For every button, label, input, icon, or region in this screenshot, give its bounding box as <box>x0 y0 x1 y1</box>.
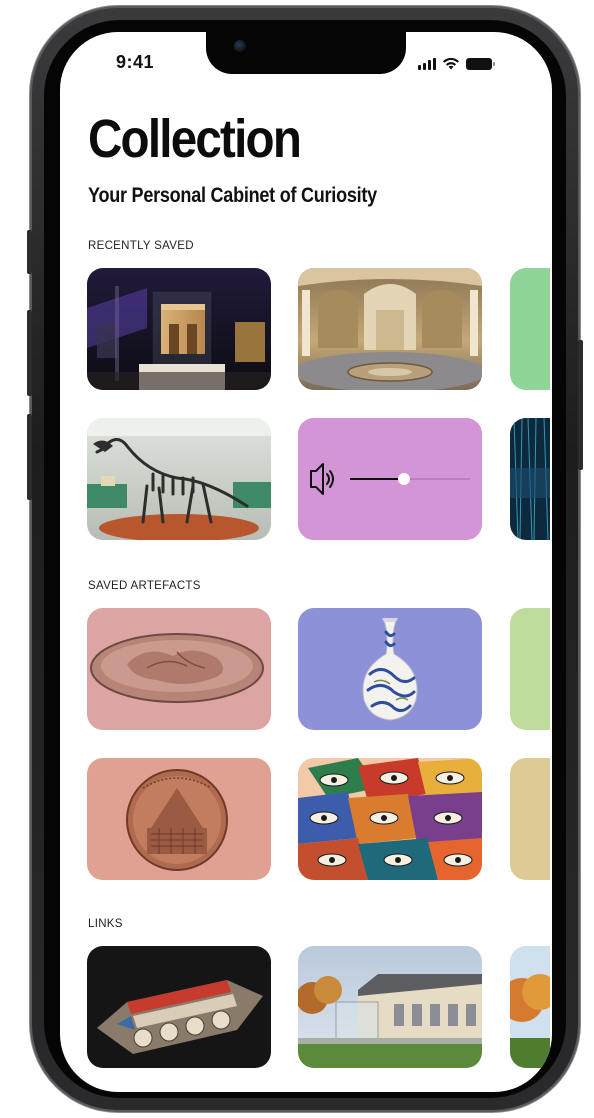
artefact-card-bronze-plaque[interactable] <box>87 608 271 730</box>
volume-up-button <box>27 310 32 396</box>
status-icons <box>418 54 495 70</box>
volume-slider-thumb[interactable] <box>398 473 410 485</box>
recently-saved-card-green[interactable] <box>510 268 550 390</box>
artefact-card-iznik-vase[interactable] <box>298 608 482 730</box>
cellular-signal-icon <box>418 58 436 70</box>
link-card-museum-building[interactable] <box>298 946 482 1068</box>
page-subtitle: Your Personal Cabinet of Curiosity <box>88 184 377 207</box>
link-card-3d-model[interactable] <box>87 946 271 1068</box>
artefact-card-eyes-collage[interactable] <box>298 758 482 880</box>
page-title: Collection <box>88 109 302 169</box>
front-camera-icon <box>234 40 246 52</box>
app-screen: 9:41 Collection Your Personal Cabinet of… <box>60 32 552 1092</box>
section-label-recently-saved: RECENTLY SAVED <box>88 240 194 252</box>
recently-saved-card-rotunda-hall[interactable] <box>298 268 482 390</box>
link-card-autumn-trees[interactable] <box>510 946 550 1068</box>
artefact-card-tan[interactable] <box>510 758 550 880</box>
artefact-card-medal[interactable] <box>87 758 271 880</box>
status-time: 9:41 <box>116 52 155 72</box>
recently-saved-card-blue-abstract[interactable] <box>510 418 550 540</box>
power-button <box>578 340 583 470</box>
volume-down-button <box>27 414 32 500</box>
wifi-icon <box>443 57 459 70</box>
section-label-saved-artefacts: SAVED ARTEFACTS <box>88 580 201 592</box>
silent-switch <box>27 230 32 274</box>
section-label-links: LINKS <box>88 918 123 930</box>
recently-saved-card-gallery-arch[interactable] <box>87 268 271 390</box>
artefact-card-lime[interactable] <box>510 608 550 730</box>
recently-saved-card-dinosaur[interactable] <box>87 418 271 540</box>
notch <box>206 32 406 74</box>
recently-saved-card-audio-player[interactable] <box>298 418 482 540</box>
battery-icon <box>466 58 495 70</box>
